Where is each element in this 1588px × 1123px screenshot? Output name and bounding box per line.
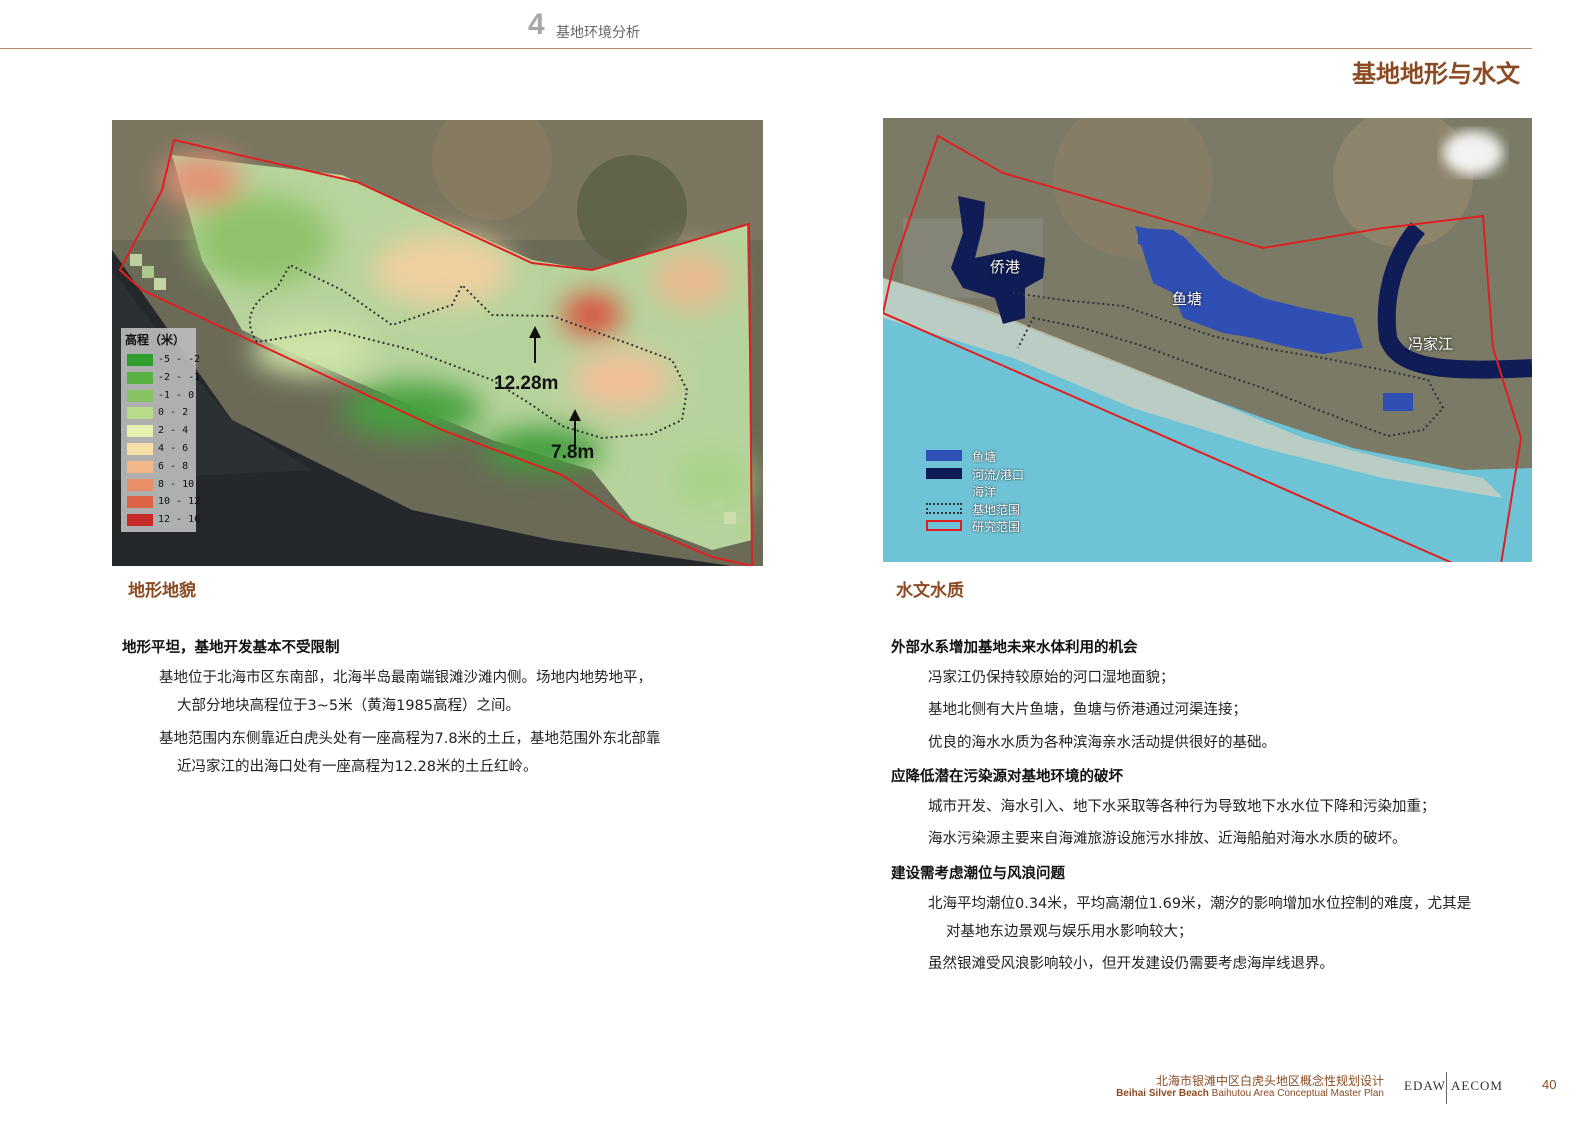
section-number: 4 (528, 8, 545, 41)
terrain-map-image (112, 120, 763, 566)
footer-project-en: Beihai Silver Beach Baihutou Area Concep… (1116, 1088, 1384, 1099)
legend-swatch (127, 389, 153, 402)
legend-label: 海洋 (972, 485, 997, 500)
elevation-legend: 高程（米） -5 - -2 -2 - -1 -1 - 0 0 - 2 2 - 4 4 - … (121, 328, 200, 532)
hydrology-caption: 水文水质 (896, 581, 964, 601)
elevation-label-7m: 7.8m (551, 442, 595, 463)
terrain-para-1-line-2: 大部分地块高程位于3~5米（黄海1985高程）之间。 (177, 698, 520, 714)
edaw-logo: EDAW (1404, 1078, 1446, 1093)
legend-label: 8 - 10 (158, 478, 195, 490)
footer-project-cn: 北海市银滩中区白虎头地区概念性规划设计 (1155, 1074, 1384, 1088)
terrain-caption: 地形地貌 (128, 581, 196, 601)
place-label-fishpond: 鱼塘 (1172, 290, 1203, 308)
legend-title: 高程（米） (125, 333, 186, 347)
legend-swatch (127, 425, 153, 438)
header-rule (0, 48, 1532, 49)
legend-swatch (127, 407, 153, 420)
legend-label: -2 - -1 (158, 371, 201, 383)
legend-label: 10 - 12 (158, 496, 201, 508)
legend-label: 2 - 4 (158, 425, 189, 437)
legend-swatch (127, 371, 153, 384)
legend-swatch (127, 478, 153, 491)
terrain-map (112, 120, 763, 566)
hydro-line-3: 优良的海水水质为各种滨海亲水活动提供很好的基础。 (928, 735, 1276, 751)
hydro-line-4: 城市开发、海水引入、地下水采取等各种行为导致地下水水位下降和污染加重； (928, 799, 1436, 815)
legend-swatch (127, 460, 153, 473)
legend-label: -1 - 0 (158, 389, 195, 401)
legend-label: 河流/港口 (972, 467, 1025, 482)
elevation-label-12m: 12.28m (494, 373, 559, 394)
aecom-logo: AECOM (1451, 1078, 1503, 1093)
page-number: 40 (1542, 1077, 1557, 1092)
legend-swatch (127, 443, 153, 455)
hydro-line-1: 冯家江仍保持较原始的河口湿地面貌； (928, 670, 1175, 686)
hydro-line-6: 北海平均潮位0.34米，平均高潮位1.69米，潮汐的影响增加水位控制的难度，尤其… (928, 896, 1472, 912)
terrain-para-2-line-1: 基地范围内东侧靠近白虎头处有一座高程为7.8米的土丘，基地范围外东北部靠 (159, 731, 661, 747)
legend-label: 0 - 2 (158, 407, 189, 419)
section-title: 基地环境分析 (556, 25, 640, 41)
hydro-line-2: 基地北侧有大片鱼塘，鱼塘与侨港通过河渠连接； (928, 702, 1247, 718)
hydro-line-7: 对基地东边景观与娱乐用水影响较大； (946, 924, 1193, 940)
legend-swatch (926, 467, 962, 479)
legend-label: 基地范围 (972, 502, 1021, 517)
legend-label: 研究范围 (972, 520, 1021, 535)
place-label-qiaogang: 侨港 (990, 258, 1021, 276)
hydro-line-8: 虽然银滩受风浪影响较小，但开发建设仍需要考虑海岸线退界。 (928, 956, 1334, 972)
legend-label: 4 - 6 (158, 443, 189, 454)
footer-en-rest: Baihutou Area Conceptual Master Plan (1208, 1088, 1384, 1099)
hydro-heading-3: 建设需考虑潮位与风浪问题 (891, 866, 1065, 882)
legend-swatch (926, 450, 962, 461)
logo-divider (1446, 1072, 1447, 1104)
legend-swatch (926, 520, 962, 532)
terrain-para-1-line-1: 基地位于北海市区东南部，北海半岛最南端银滩沙滩内侧。场地内地势地平， (159, 670, 652, 686)
footer-en-bold: Beihai Silver Beach (1116, 1088, 1209, 1099)
legend-label: 鱼塘 (972, 450, 997, 464)
legend-label: 6 - 8 (158, 460, 189, 472)
legend-label: 12 - 16 (158, 514, 201, 526)
legend-swatch (127, 514, 153, 527)
legend-swatch (127, 354, 153, 366)
terrain-para-2-line-2: 近冯家江的出海口处有一座高程为12.28米的土丘红岭。 (177, 759, 538, 775)
hydro-line-5: 海水污染源主要来自海滩旅游设施污水排放、近海船舶对海水水质的破坏。 (928, 831, 1407, 847)
page-title: 基地地形与水文 (1352, 60, 1520, 88)
hydro-heading-1: 外部水系增加基地未来水体利用的机会 (891, 640, 1138, 656)
place-label-fengjiajiang: 冯家江 (1408, 335, 1454, 353)
legend-swatch (926, 485, 962, 497)
terrain-heading: 地形平坦，基地开发基本不受限制 (122, 640, 340, 656)
legend-swatch (926, 502, 962, 514)
hydro-heading-2: 应降低潜在污染源对基地环境的破坏 (891, 769, 1123, 785)
legend-swatch (127, 496, 153, 509)
legend-label: -5 - -2 (158, 354, 201, 365)
